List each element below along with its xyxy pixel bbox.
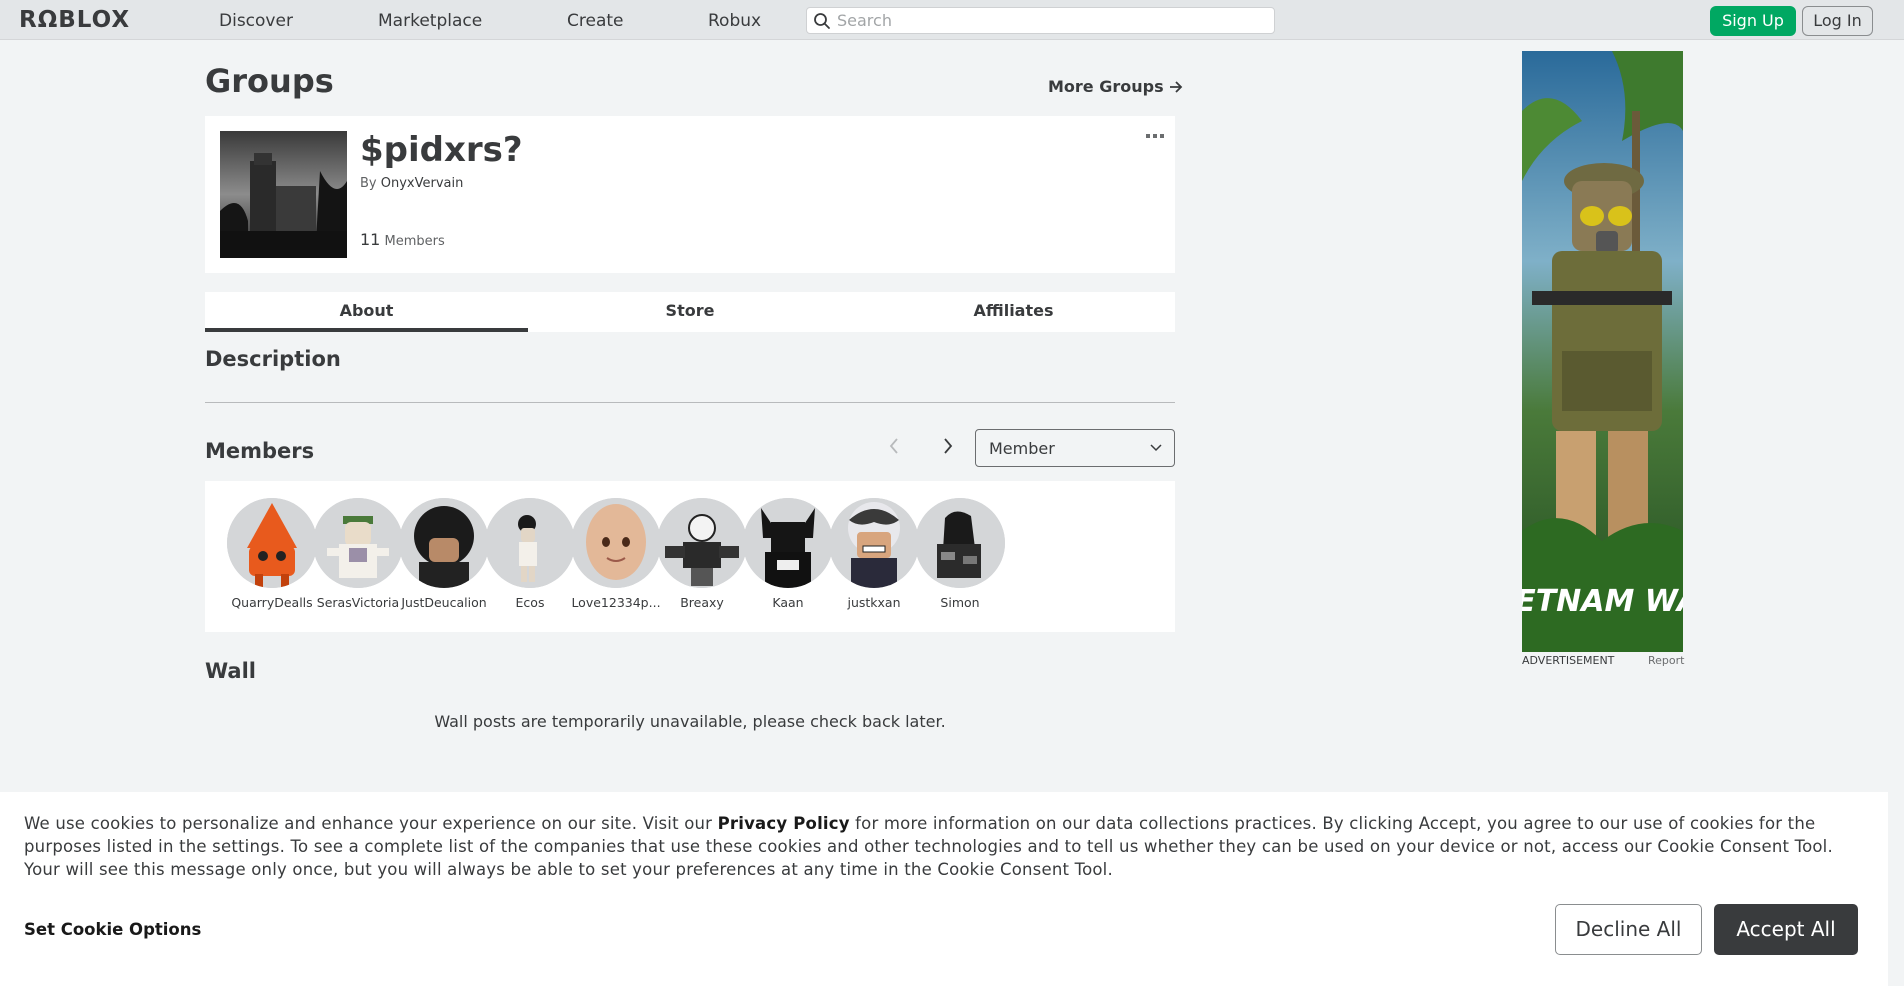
- chevron-down-icon: [1150, 444, 1162, 452]
- member-item[interactable]: justkxan: [824, 498, 924, 610]
- tab-store[interactable]: Store: [528, 292, 852, 332]
- cookie-consent-text: We use cookies to personalize and enhanc…: [24, 812, 1864, 881]
- member-item[interactable]: Ecos: [480, 498, 580, 610]
- member-item[interactable]: QuarryDealls: [222, 498, 322, 610]
- member-item[interactable]: JustDeucalion: [394, 498, 494, 610]
- member-name: Simon: [940, 595, 980, 610]
- member-item[interactable]: Breaxy: [652, 498, 752, 610]
- more-options-icon[interactable]: [1145, 133, 1165, 139]
- arrow-right-icon: [1170, 81, 1183, 93]
- member-name: justkxan: [847, 595, 901, 610]
- advertisement-image: VIETNAM WAR: [1522, 51, 1683, 652]
- member-avatar: [571, 498, 661, 588]
- nav-marketplace[interactable]: Marketplace: [378, 11, 482, 31]
- member-item[interactable]: SerasVictoria: [308, 498, 408, 610]
- by-label: By: [360, 176, 377, 191]
- search-box: [806, 7, 1275, 34]
- member-name: SerasVictoria: [316, 595, 400, 610]
- member-avatar: [915, 498, 1005, 588]
- member-count-value: 11: [360, 230, 381, 249]
- group-owner-link[interactable]: OnyxVervain: [381, 176, 464, 191]
- advertisement-banner[interactable]: VIETNAM WAR: [1522, 51, 1683, 652]
- chevron-left-icon[interactable]: [887, 436, 901, 456]
- group-emblem: [220, 131, 347, 258]
- page-title: Groups: [205, 62, 334, 100]
- description-divider: [205, 402, 1175, 403]
- scrollbar[interactable]: [1888, 792, 1904, 986]
- group-tabs: About Store Affiliates: [205, 292, 1175, 332]
- tab-affiliates[interactable]: Affiliates: [852, 292, 1175, 332]
- sign-up-button[interactable]: Sign Up: [1710, 6, 1796, 36]
- member-avatar: [485, 498, 575, 588]
- role-dropdown[interactable]: Member: [975, 429, 1175, 467]
- report-ad-link[interactable]: Report: [1648, 654, 1684, 667]
- member-avatar: [743, 498, 833, 588]
- log-in-button[interactable]: Log In: [1802, 6, 1873, 36]
- member-avatar: [399, 498, 489, 588]
- group-header-card: $pidxrs? By OnyxVervain 11 Members: [205, 116, 1175, 273]
- member-item[interactable]: Kaan: [738, 498, 838, 610]
- ad-logo-text: VIETNAM WAR: [1522, 584, 1683, 619]
- chevron-right-icon[interactable]: [941, 436, 955, 456]
- member-name: JustDeucalion: [401, 595, 487, 610]
- member-count-label: Members: [384, 234, 445, 249]
- member-name: Love12334p...: [571, 595, 661, 610]
- set-cookie-options-link[interactable]: Set Cookie Options: [24, 920, 201, 939]
- nav-discover[interactable]: Discover: [219, 11, 293, 31]
- tab-about[interactable]: About: [205, 292, 528, 332]
- advertisement-label: ADVERTISEMENT: [1522, 654, 1615, 667]
- member-avatar: [657, 498, 747, 588]
- member-avatar: [227, 498, 317, 588]
- nav-robux[interactable]: Robux: [708, 11, 761, 31]
- privacy-policy-link[interactable]: Privacy Policy: [718, 814, 850, 833]
- wall-unavailable-message: Wall posts are temporarily unavailable, …: [434, 712, 946, 731]
- member-avatar: [313, 498, 403, 588]
- search-input[interactable]: [837, 10, 1257, 31]
- more-groups-link[interactable]: More Groups: [1048, 77, 1183, 96]
- cookie-consent-banner: We use cookies to personalize and enhanc…: [0, 792, 1888, 986]
- roblox-logo[interactable]: RΩBLOX: [19, 7, 130, 33]
- members-list: QuarryDealls SerasVictoria JustDeucalion…: [205, 481, 1175, 632]
- members-heading: Members: [205, 439, 315, 463]
- search-icon: [814, 13, 830, 29]
- group-member-count: 11 Members: [360, 230, 445, 249]
- role-dropdown-value: Member: [989, 439, 1055, 458]
- nav-create[interactable]: Create: [567, 11, 624, 31]
- member-avatar: [829, 498, 919, 588]
- member-item[interactable]: Simon: [910, 498, 1010, 610]
- top-navigation-bar: RΩBLOX Discover Marketplace Create Robux…: [0, 0, 1904, 40]
- accept-all-button[interactable]: Accept All: [1714, 904, 1858, 955]
- member-name: Kaan: [772, 595, 804, 610]
- member-name: Ecos: [515, 595, 545, 610]
- member-name: QuarryDealls: [231, 595, 313, 610]
- decline-all-button[interactable]: Decline All: [1555, 904, 1702, 955]
- group-name: $pidxrs?: [360, 130, 523, 170]
- description-heading: Description: [205, 347, 341, 371]
- group-owner-row: By OnyxVervain: [360, 176, 463, 191]
- member-item[interactable]: Love12334p...: [566, 498, 666, 610]
- more-groups-label: More Groups: [1048, 77, 1164, 96]
- member-name: Breaxy: [680, 595, 724, 610]
- cookie-text-before: We use cookies to personalize and enhanc…: [24, 814, 718, 833]
- wall-heading: Wall: [205, 659, 256, 683]
